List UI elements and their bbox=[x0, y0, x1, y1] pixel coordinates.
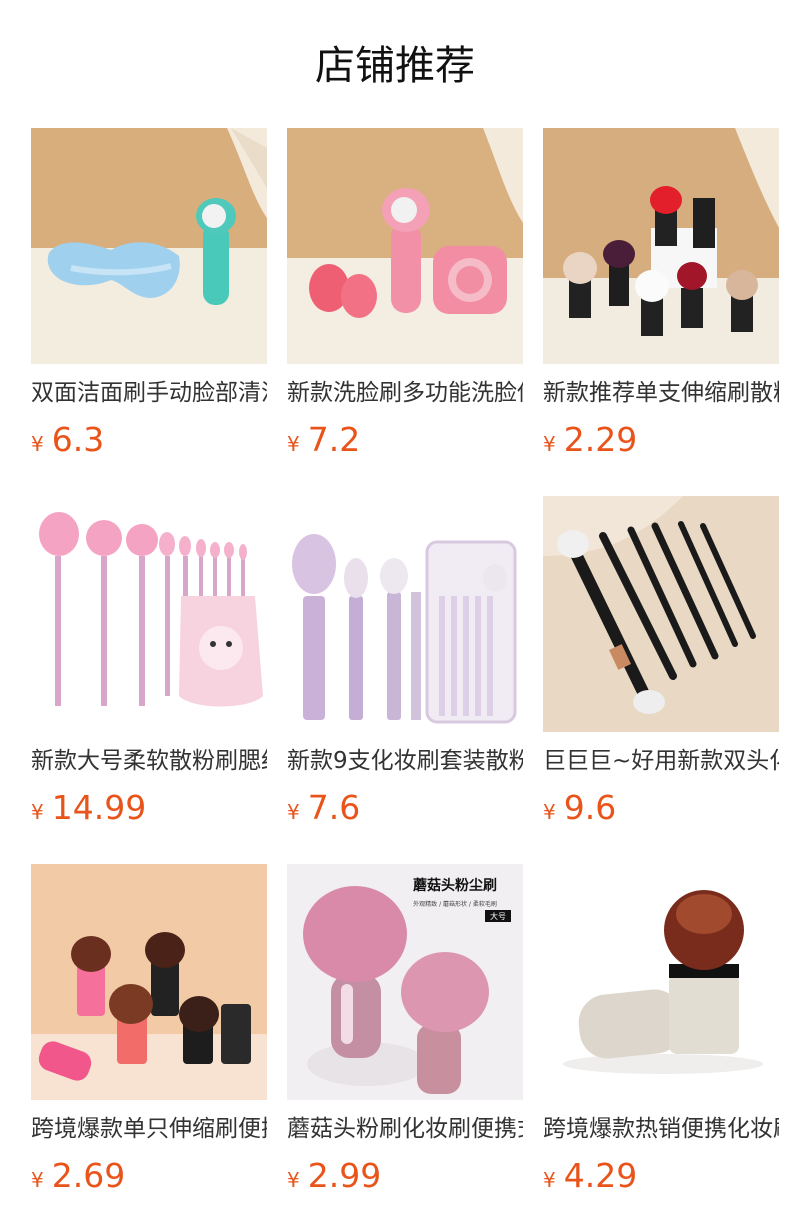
product-image[interactable] bbox=[287, 496, 523, 732]
product-price: ¥4.29 bbox=[543, 1156, 637, 1195]
price-value: 7.6 bbox=[307, 788, 361, 827]
product-image[interactable] bbox=[543, 496, 779, 732]
image-title-text: 蘑菇头粉尘刷 bbox=[413, 877, 497, 894]
product-price: ¥2.69 bbox=[31, 1156, 125, 1195]
product-price: ¥14.99 bbox=[31, 788, 146, 827]
product-image[interactable] bbox=[543, 864, 779, 1100]
portable-brush-image bbox=[543, 864, 779, 1100]
product-image[interactable] bbox=[31, 496, 267, 732]
image-badge-text: 大号 bbox=[490, 911, 506, 921]
product-name[interactable]: 巨巨巨~好用新款双头化妆 bbox=[543, 746, 779, 776]
currency-symbol: ¥ bbox=[287, 432, 300, 456]
price-value: 4.29 bbox=[563, 1156, 638, 1195]
currency-symbol: ¥ bbox=[543, 1168, 556, 1192]
product-name[interactable]: 新款9支化妆刷套装散粉刷 bbox=[287, 746, 523, 776]
price-value: 2.69 bbox=[51, 1156, 126, 1195]
product-image[interactable]: 蘑菇头粉尘刷 外观精致 / 蘑菇形状 / 柔软毛刷 大号 bbox=[287, 864, 523, 1100]
product-name[interactable]: 跨境爆款单只伸缩刷便携 bbox=[31, 1114, 267, 1144]
product-name[interactable]: 新款洗脸刷多功能洗脸仪 bbox=[287, 378, 523, 408]
product-name[interactable]: 新款大号柔软散粉刷腮红 bbox=[31, 746, 267, 776]
product-price: ¥7.2 bbox=[287, 420, 360, 459]
currency-symbol: ¥ bbox=[287, 1168, 300, 1192]
product-price: ¥9.6 bbox=[543, 788, 616, 827]
price-value: 9.6 bbox=[563, 788, 617, 827]
price-value: 14.99 bbox=[51, 788, 147, 827]
currency-symbol: ¥ bbox=[543, 432, 556, 456]
pink-brush-set-image bbox=[31, 496, 267, 732]
currency-symbol: ¥ bbox=[287, 800, 300, 824]
price-value: 7.2 bbox=[307, 420, 361, 459]
product-name[interactable]: 蘑菇头粉刷化妆刷便携式 bbox=[287, 1114, 523, 1144]
product-image[interactable] bbox=[287, 128, 523, 364]
mushroom-brush-image: 蘑菇头粉尘刷 外观精致 / 蘑菇形状 / 柔软毛刷 大号 bbox=[287, 864, 523, 1100]
product-price: ¥6.3 bbox=[31, 420, 104, 459]
product-image[interactable] bbox=[31, 864, 267, 1100]
retractable-kabuki-image bbox=[31, 864, 267, 1100]
currency-symbol: ¥ bbox=[31, 432, 44, 456]
product-image[interactable] bbox=[543, 128, 779, 364]
currency-symbol: ¥ bbox=[31, 1168, 44, 1192]
face-brush-headband-image bbox=[31, 128, 267, 364]
price-value: 2.99 bbox=[307, 1156, 382, 1195]
product-name[interactable]: 跨境爆款热销便携化妆刷 bbox=[543, 1114, 779, 1144]
currency-symbol: ¥ bbox=[31, 800, 44, 824]
product-name[interactable]: 双面洁面刷手动脸部清洁 bbox=[31, 378, 267, 408]
image-subtitle-text: 外观精致 / 蘑菇形状 / 柔软毛刷 bbox=[413, 900, 497, 908]
product-price: ¥2.29 bbox=[543, 420, 637, 459]
purple-brush-set-image bbox=[287, 496, 523, 732]
price-value: 6.3 bbox=[51, 420, 105, 459]
retractable-brushes-image bbox=[543, 128, 779, 364]
double-head-brushes-image bbox=[543, 496, 779, 732]
recommend-page: 店铺推荐 双面洁面刷手动脸部清洁 ¥6.3 新款洗脸刷多功能洗脸仪 ¥ 7.2 … bbox=[0, 0, 790, 1232]
face-brush-sponge-set-image bbox=[287, 128, 523, 364]
product-price: ¥7.6 bbox=[287, 788, 360, 827]
currency-symbol: ¥ bbox=[543, 800, 556, 824]
product-image[interactable] bbox=[31, 128, 267, 364]
product-name[interactable]: 新款推荐单支伸缩刷散粉 bbox=[543, 378, 779, 408]
price-value: 2.29 bbox=[563, 420, 638, 459]
product-price: ¥2.99 bbox=[287, 1156, 381, 1195]
section-title: 店铺推荐 bbox=[315, 43, 475, 89]
